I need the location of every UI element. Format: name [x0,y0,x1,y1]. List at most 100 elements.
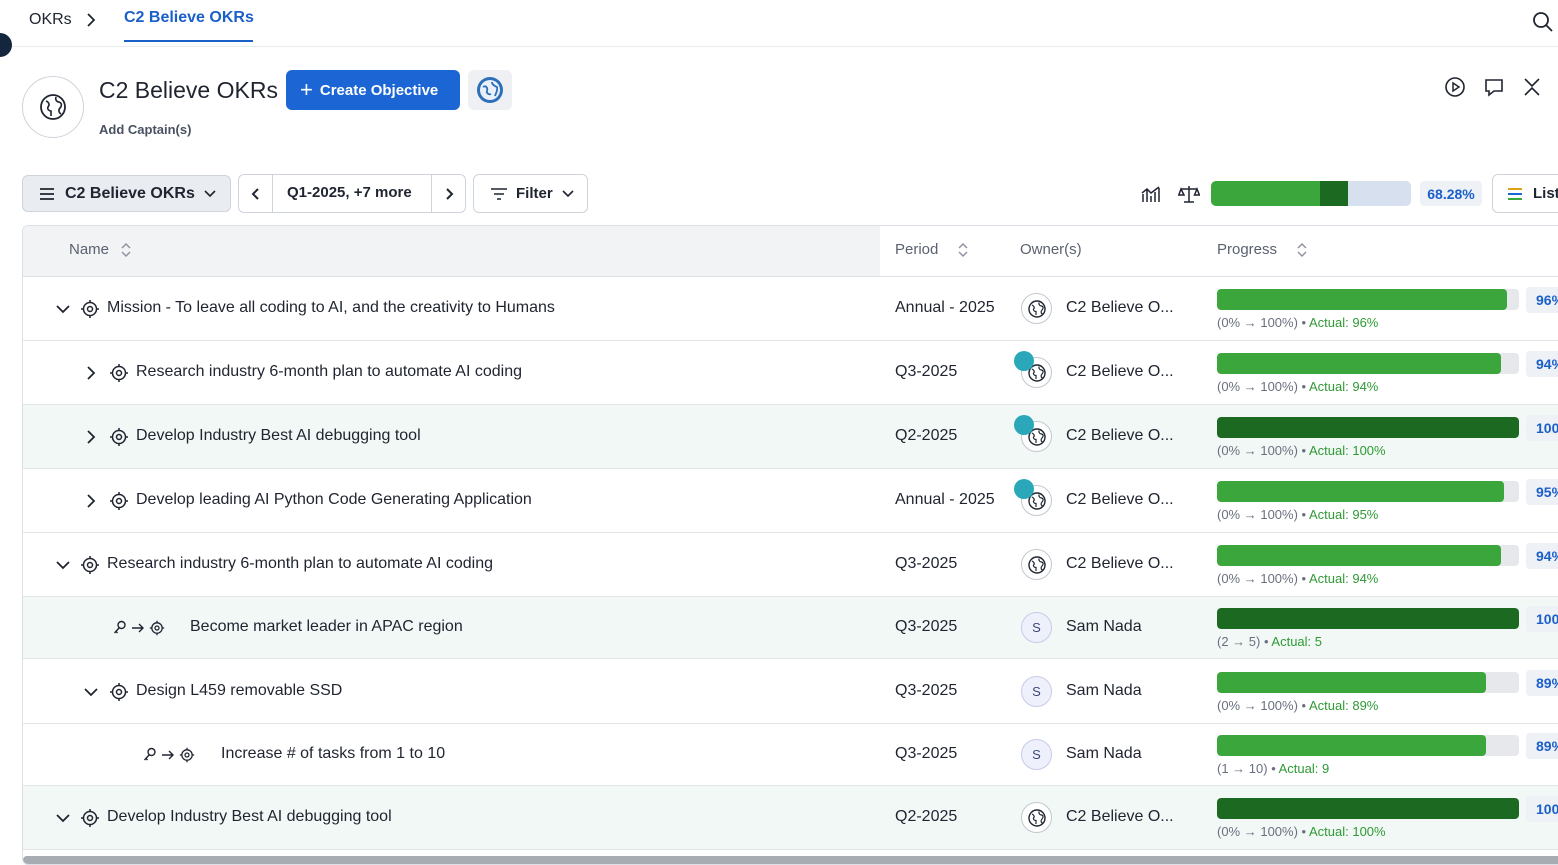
owner-avatar[interactable] [1021,802,1052,833]
overall-progress-bar [1211,181,1411,206]
progress-percent[interactable]: 100% [1526,606,1558,632]
period-column-header[interactable]: Period [895,241,968,258]
progress-percent[interactable]: 89% [1526,670,1558,696]
name-column-header[interactable]: Name [69,241,131,258]
search-icon[interactable] [1532,11,1554,33]
owner-avatar[interactable] [1021,293,1052,324]
horizontal-scrollbar[interactable] [23,856,1558,864]
expand-toggle[interactable] [55,810,71,826]
progress-range: (2 → 5) [1217,634,1261,649]
table-row[interactable]: Design L459 removable SSD Q3-2025 S Sam Nad… [23,659,1558,724]
progress-percent[interactable]: 94% [1526,351,1558,377]
avatar-picker-button[interactable] [468,70,512,110]
owner-name: Sam Nada [1066,682,1142,699]
overall-progress-value: 68.28% [1420,181,1482,206]
objective-icon-wrap [109,682,129,702]
row-name[interactable]: Increase # of tasks from 1 to 10 [221,745,445,763]
table-row[interactable]: Research industry 6-month plan to automa… [23,341,1558,405]
row-name[interactable]: Design L459 removable SSD [136,682,342,700]
chevron-right-icon [87,366,96,380]
filter-icon [491,187,507,200]
chevron-down-icon [204,189,216,197]
plus-icon: + [300,77,313,102]
view-toggle-button[interactable]: List [1492,174,1558,213]
okr-app: OKRs C2 Believe OKRs C2 Believe OKRs + C… [0,0,1558,865]
globe-icon [1027,555,1046,574]
balance-button[interactable] [1178,183,1200,205]
progress-fill [1217,798,1519,819]
active-tab-underline [124,40,253,42]
progress-actual: Actual: 100% [1308,824,1386,839]
create-objective-button[interactable]: + Create Objective [286,70,460,110]
row-name[interactable]: Mission - To leave all coding to AI, and… [107,299,555,317]
okr-set-dropdown[interactable]: C2 Believe OKRs [22,175,231,212]
filter-button[interactable]: Filter [473,174,588,213]
okr-table: Name Period Owner(s) Progress Mission - … [22,225,1558,865]
progress-fill [1217,417,1519,438]
period-label[interactable]: Q1-2025, +7 more [287,184,412,201]
table-row[interactable]: Develop Industry Best AI debugging tool Q… [23,786,1558,850]
play-circle-icon [1445,77,1465,97]
add-captains-link[interactable]: Add Captain(s) [99,122,191,137]
okr-avatar[interactable] [22,76,84,138]
progress-info: (1 → 10) • Actual: 9 [1217,761,1330,776]
expand-toggle[interactable] [83,365,99,381]
breadcrumb-current-tab[interactable]: C2 Believe OKRs [124,9,254,27]
progress-bar [1217,608,1519,629]
progress-column-header[interactable]: Progress [1217,241,1307,258]
row-name[interactable]: Become market leader in APAC region [190,618,463,636]
overall-progress-fill-dark [1320,181,1348,206]
owner-name: Sam Nada [1066,618,1142,635]
next-period-button[interactable] [431,175,465,212]
present-button[interactable] [1443,75,1467,99]
previous-period-button[interactable] [239,175,273,212]
owner-avatar[interactable]: S [1021,739,1052,770]
expand-toggle[interactable] [83,493,99,509]
key-result-icons [143,747,195,763]
expand-toggle[interactable] [83,684,99,700]
progress-bar [1217,545,1519,566]
expand-toggle[interactable] [83,429,99,445]
expand-toggle[interactable] [55,557,71,573]
progress-percent[interactable]: 89% [1526,733,1558,759]
progress-percent[interactable]: 96% [1526,287,1558,313]
owner-avatar[interactable]: S [1021,612,1052,643]
chart-icon [1141,186,1160,202]
owners-column-header[interactable]: Owner(s) [1020,241,1082,258]
chevron-left-icon [251,187,259,200]
table-row[interactable]: Increase # of tasks from 1 to 10 Q3-2025 S… [23,724,1558,786]
owner-avatar[interactable] [1021,549,1052,580]
progress-fill [1217,672,1486,693]
expand-toggle[interactable] [55,301,71,317]
row-name[interactable]: Develop Industry Best AI debugging tool [107,808,392,826]
breadcrumb-root[interactable]: OKRs [29,11,72,29]
objective-icon-wrap [109,491,129,511]
comments-button[interactable] [1482,75,1506,99]
row-period: Q2-2025 [895,808,958,825]
owner-avatar[interactable]: S [1021,676,1052,707]
owner-name: C2 Believe O... [1066,363,1174,380]
progress-percent[interactable]: 100% [1526,415,1558,441]
row-name[interactable]: Develop Industry Best AI debugging tool [136,427,421,445]
row-name[interactable]: Research industry 6-month plan to automa… [107,555,493,573]
progress-percent[interactable]: 95% [1526,479,1558,505]
owner-name: C2 Believe O... [1066,555,1174,572]
progress-percent[interactable]: 94% [1526,543,1558,569]
collapse-button[interactable] [1520,75,1544,99]
progress-range: (0% → 100%) [1217,379,1298,394]
target-icon [81,809,99,827]
row-name[interactable]: Develop leading AI Python Code Generatin… [136,491,532,509]
earth-icon [477,77,503,103]
table-row[interactable]: Develop Industry Best AI debugging tool Q… [23,405,1558,469]
target-icon [81,556,99,574]
table-row[interactable]: Mission - To leave all coding to AI, and… [23,277,1558,341]
row-name[interactable]: Research industry 6-month plan to automa… [136,363,522,381]
analytics-button[interactable] [1141,183,1163,205]
sort-icon [1297,242,1307,257]
table-row[interactable]: Research industry 6-month plan to automa… [23,533,1558,597]
progress-bar [1217,417,1519,438]
table-row[interactable]: Become market leader in APAC region Q3-20… [23,597,1558,659]
progress-percent[interactable]: 100% [1526,796,1558,822]
table-row[interactable]: Develop leading AI Python Code Generatin… [23,469,1558,533]
globe-icon [1027,299,1046,318]
